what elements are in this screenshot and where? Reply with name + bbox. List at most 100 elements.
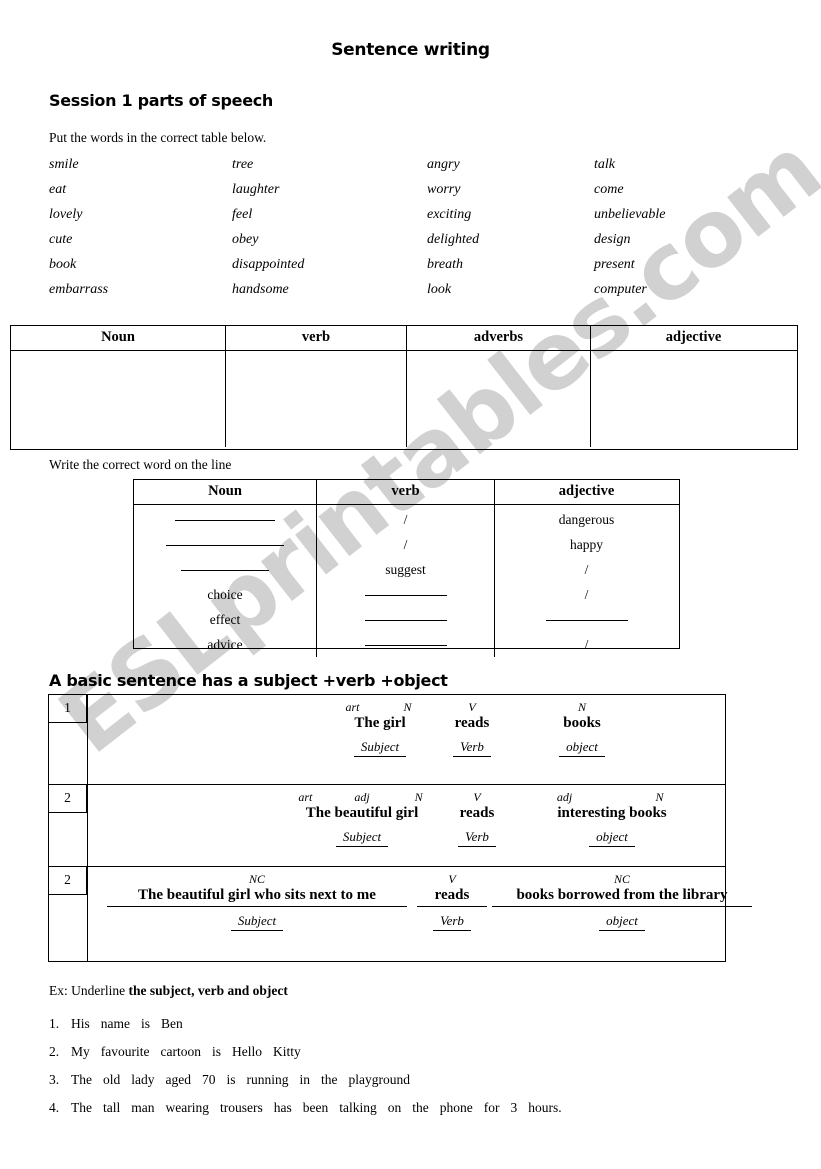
exercise-word[interactable]: name	[101, 1010, 130, 1038]
word-item: feel	[232, 207, 253, 222]
exercise-word[interactable]: is	[141, 1010, 150, 1038]
sentence-role-label: Verb	[458, 828, 496, 847]
sentence-phrase: reads	[454, 715, 490, 731]
pos-tag-line: V	[427, 701, 517, 714]
exercise-word[interactable]: His	[71, 1010, 90, 1038]
exercise-word[interactable]: The	[71, 1094, 92, 1122]
exercise-word[interactable]: cartoon	[161, 1038, 201, 1066]
exercise-word[interactable]: Ben	[161, 1010, 183, 1038]
exercise-sentence[interactable]: 4. The tall man wearing trousers has been talkin…	[49, 1094, 799, 1122]
exercise-word[interactable]: My	[71, 1038, 90, 1066]
pos-tag-line: art adj N	[277, 791, 447, 804]
exercise-word[interactable]: for	[484, 1094, 500, 1122]
not-applicable-mark: /	[403, 512, 408, 527]
exercise-word[interactable]: 70	[202, 1066, 216, 1094]
row-number: 2	[49, 785, 87, 813]
exercise-word[interactable]: the	[321, 1066, 338, 1094]
exercise-word[interactable]: has	[274, 1094, 292, 1122]
blank-line	[181, 557, 269, 571]
exercise-word[interactable]: in	[300, 1066, 311, 1094]
exercise-word[interactable]: man	[131, 1094, 154, 1122]
sentence-structure-row: 2 art adj N The beautiful girl Subject Vreads V…	[49, 785, 725, 867]
word-list-column: smile eat lovely cute book embarrass	[49, 152, 108, 302]
not-applicable-mark: /	[403, 537, 408, 552]
exercise-word[interactable]: been	[303, 1094, 328, 1122]
exercise-item-list: 1. His name is Ben 2. My favourite cartoon is Hell…	[49, 1010, 799, 1122]
answer-cell-verb[interactable]	[226, 351, 407, 447]
sentence-chunk: art adj N The beautiful girl Subject	[277, 791, 447, 847]
exercise-word[interactable]: wearing	[166, 1094, 209, 1122]
exercise-word[interactable]: is	[227, 1066, 236, 1094]
exercise-number: 2.	[49, 1044, 60, 1059]
exercise-word[interactable]: lady	[131, 1066, 154, 1094]
word-item: design	[594, 232, 631, 247]
sentence-phrase: reads	[459, 805, 495, 821]
answer-cell-adjective[interactable]	[591, 351, 796, 447]
word-item: come	[594, 182, 624, 197]
pos-tag-line: N	[527, 701, 637, 714]
exercise-word[interactable]: old	[103, 1066, 120, 1094]
exercise-word[interactable]: playground	[349, 1066, 411, 1094]
table-header-row: Noun verb adjective	[134, 480, 679, 505]
exercise-word[interactable]: the	[412, 1094, 429, 1122]
blank-line	[364, 632, 447, 646]
sentence-role-label: Subject	[335, 828, 389, 847]
table-header-row: Noun verb adverbs adjective	[11, 326, 797, 351]
column-header-adjective: adjective	[665, 329, 722, 345]
word-form-value: choice	[207, 587, 243, 602]
word-item: lovely	[49, 207, 83, 222]
exercise-word[interactable]: Kitty	[273, 1038, 301, 1066]
answer-blank[interactable]	[134, 532, 316, 557]
word-item: eat	[49, 182, 67, 197]
sentence-structure-row: 1 art N The girl Subject Vreads Verb Nbooks obje…	[49, 695, 725, 785]
exercise-word[interactable]: on	[388, 1094, 402, 1122]
pos-tag: NC	[248, 872, 265, 886]
exercise-word[interactable]: running	[247, 1066, 289, 1094]
exercise-word[interactable]: tall	[103, 1094, 120, 1122]
exercise-sentence[interactable]: 3. The old lady aged 70 is running in the playgrou…	[49, 1066, 799, 1094]
word-form-value: suggest	[385, 562, 426, 577]
sentence-phrase: The beautiful girl who sits next to me	[107, 886, 407, 907]
exercise-sentence[interactable]: 2. My favourite cartoon is Hello Kitty	[49, 1038, 799, 1066]
answer-cell-adverbs[interactable]	[407, 351, 591, 447]
answer-blank[interactable]	[317, 607, 494, 632]
sentence-chunk: Nbooks object	[527, 701, 637, 757]
answer-blank[interactable]	[134, 557, 316, 582]
exercise-word[interactable]: 3	[510, 1094, 517, 1122]
word-list-column: angry worry exciting delighted breath look	[427, 152, 479, 302]
pos-tag: V	[473, 790, 481, 804]
exercise-word[interactable]: talking	[339, 1094, 377, 1122]
answer-blank[interactable]	[495, 607, 678, 632]
sentence-chunk: Vreads Verb	[427, 701, 517, 757]
word-forms-column-adjective: dangerous happy / / /	[495, 505, 678, 657]
not-applicable-mark: /	[584, 637, 589, 652]
exercise-word[interactable]: phone	[440, 1094, 473, 1122]
exercise-word[interactable]: favourite	[101, 1038, 150, 1066]
answer-blank[interactable]	[317, 632, 494, 657]
exercise-word[interactable]: is	[212, 1038, 221, 1066]
sentence-role-label: Subject	[353, 738, 407, 757]
exercise-instruction-bold: the subject, verb and object	[128, 983, 288, 998]
word-list-column: tree laughter feel obey disappointed handsome	[232, 152, 304, 302]
answer-cell-noun[interactable]	[11, 351, 226, 447]
answer-blank[interactable]	[317, 582, 494, 607]
exercise-word[interactable]: hours.	[528, 1094, 561, 1122]
blank-line	[545, 607, 628, 621]
word-item: worry	[427, 182, 461, 197]
exercise-word[interactable]: trousers	[220, 1094, 263, 1122]
sentence-role-label: Verb	[453, 738, 491, 757]
answer-blank[interactable]	[134, 507, 316, 532]
pos-tag: adj	[556, 790, 573, 804]
word-item: present	[594, 257, 635, 272]
exercise-word[interactable]: The	[71, 1066, 92, 1094]
word-item: angry	[427, 157, 460, 172]
exercise-word[interactable]: aged	[166, 1066, 191, 1094]
exercise-sentence[interactable]: 1. His name is Ben	[49, 1010, 799, 1038]
sentence-role-label: Verb	[433, 912, 471, 931]
row-number: 1	[49, 695, 87, 723]
exercise-word[interactable]: Hello	[232, 1038, 262, 1066]
word-item: exciting	[427, 207, 472, 222]
exercise-section: Ex: Underline the subject, verb and obje…	[49, 983, 799, 1122]
word-item: smile	[49, 157, 79, 172]
word-item: talk	[594, 157, 615, 172]
